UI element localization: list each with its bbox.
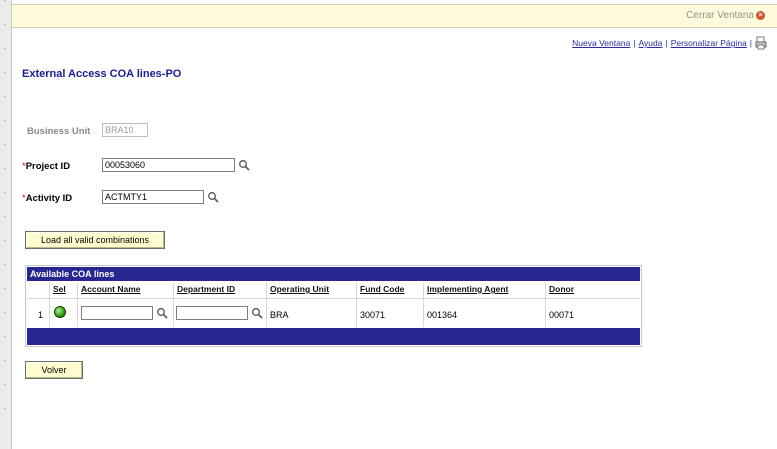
left-edge-frame: [0, 0, 12, 449]
department-id-input[interactable]: [176, 306, 248, 320]
project-id-search-icon[interactable]: [238, 159, 250, 171]
activity-id-search-icon[interactable]: [207, 191, 219, 203]
activity-id-field[interactable]: ACTMTY1: [102, 190, 204, 204]
grid-footer: [27, 328, 640, 345]
page-title: External Access COA lines-PO: [22, 68, 182, 80]
donor-cell: 00071: [549, 310, 575, 320]
column-header-account-name[interactable]: Account Name: [81, 284, 141, 294]
header-links: Nueva Ventana | Ayuda | Personalizar Pág…: [572, 36, 767, 50]
column-header-donor[interactable]: Donor: [549, 284, 574, 294]
business-unit-field: BRA10: [102, 123, 148, 137]
column-header-operating-unit[interactable]: Operating Unit: [270, 284, 329, 294]
return-button[interactable]: Volver: [25, 361, 83, 379]
grid-title: Available COA lines: [27, 267, 640, 281]
fund-code-cell: 30071: [360, 310, 386, 320]
close-window-link[interactable]: Cerrar Ventana ×: [686, 10, 765, 21]
customize-page-link[interactable]: Personalizar Página: [671, 38, 747, 48]
account-name-input[interactable]: [81, 306, 153, 320]
column-header-fund-code[interactable]: Fund Code: [360, 284, 404, 294]
activity-id-label: *Activity ID: [22, 193, 73, 204]
operating-unit-cell: BRA: [270, 310, 289, 320]
row-number: 1: [38, 310, 44, 320]
top-toolbar: Cerrar Ventana ×: [12, 4, 777, 28]
department-id-search-icon[interactable]: [251, 307, 263, 319]
project-id-label: *Project ID: [22, 161, 71, 172]
load-all-combinations-button[interactable]: Load all valid combinations: [25, 231, 165, 249]
account-name-search-icon[interactable]: [156, 307, 168, 319]
column-header-department-id[interactable]: Department ID: [177, 284, 235, 294]
new-window-link[interactable]: Nueva Ventana: [572, 38, 630, 48]
close-icon[interactable]: ×: [756, 11, 765, 20]
implementing-agent-cell: 001364: [427, 310, 458, 320]
column-header-sel[interactable]: Sel: [53, 284, 66, 294]
print-icon[interactable]: [755, 36, 767, 50]
coa-lines-grid: Available COA lines Sel Account Name Dep…: [25, 265, 642, 347]
close-window-label[interactable]: Cerrar Ventana: [686, 10, 754, 21]
column-header-implementing-agent[interactable]: Implementing Agent: [427, 284, 508, 294]
project-id-field[interactable]: 00053060: [102, 158, 235, 172]
help-link[interactable]: Ayuda: [639, 38, 663, 48]
business-unit-label: Business Unit: [27, 126, 91, 137]
selected-status-icon[interactable]: [54, 306, 66, 318]
